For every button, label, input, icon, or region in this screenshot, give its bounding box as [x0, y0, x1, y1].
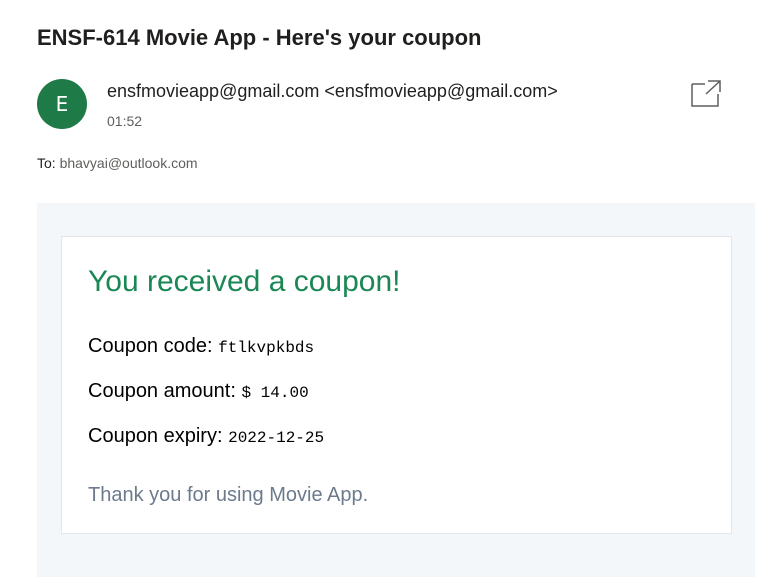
coupon-expiry-value: 2022-12-25	[228, 429, 325, 447]
popout-icon	[691, 80, 721, 107]
sender-address[interactable]: ensfmovieapp@gmail.com <ensfmovieapp@gma…	[107, 81, 558, 102]
popout-button[interactable]	[689, 79, 723, 109]
email-reading-pane: ENSF-614 Movie App - Here's your coupon …	[0, 0, 781, 577]
coupon-code-label: Coupon code:	[88, 335, 213, 357]
thanks-message: Thank you for using Movie App.	[88, 484, 369, 506]
coupon-amount-row: Coupon amount: $ 14.00	[88, 380, 309, 403]
coupon-code-value: ftlkvpkbds	[218, 339, 315, 357]
coupon-amount-label: Coupon amount:	[88, 380, 236, 402]
coupon-code-row: Coupon code: ftlkvpkbds	[88, 335, 314, 358]
email-body: You received a coupon! Coupon code: ftlk…	[37, 203, 755, 577]
coupon-heading: You received a coupon!	[88, 265, 401, 298]
coupon-expiry-label: Coupon expiry:	[88, 425, 223, 447]
recipient-address[interactable]: bhavyai@outlook.com	[60, 155, 198, 171]
coupon-card: You received a coupon! Coupon code: ftlk…	[61, 236, 732, 534]
coupon-amount-value: $ 14.00	[241, 384, 309, 402]
avatar-initial: E	[55, 92, 69, 116]
email-subject: ENSF-614 Movie App - Here's your coupon	[37, 25, 482, 50]
recipients-line: To: bhavyai@outlook.com	[37, 155, 198, 171]
email-time: 01:52	[107, 113, 143, 129]
coupon-expiry-row: Coupon expiry: 2022-12-25	[88, 425, 324, 448]
to-label: To:	[37, 155, 56, 171]
sender-avatar[interactable]: E	[37, 79, 87, 129]
